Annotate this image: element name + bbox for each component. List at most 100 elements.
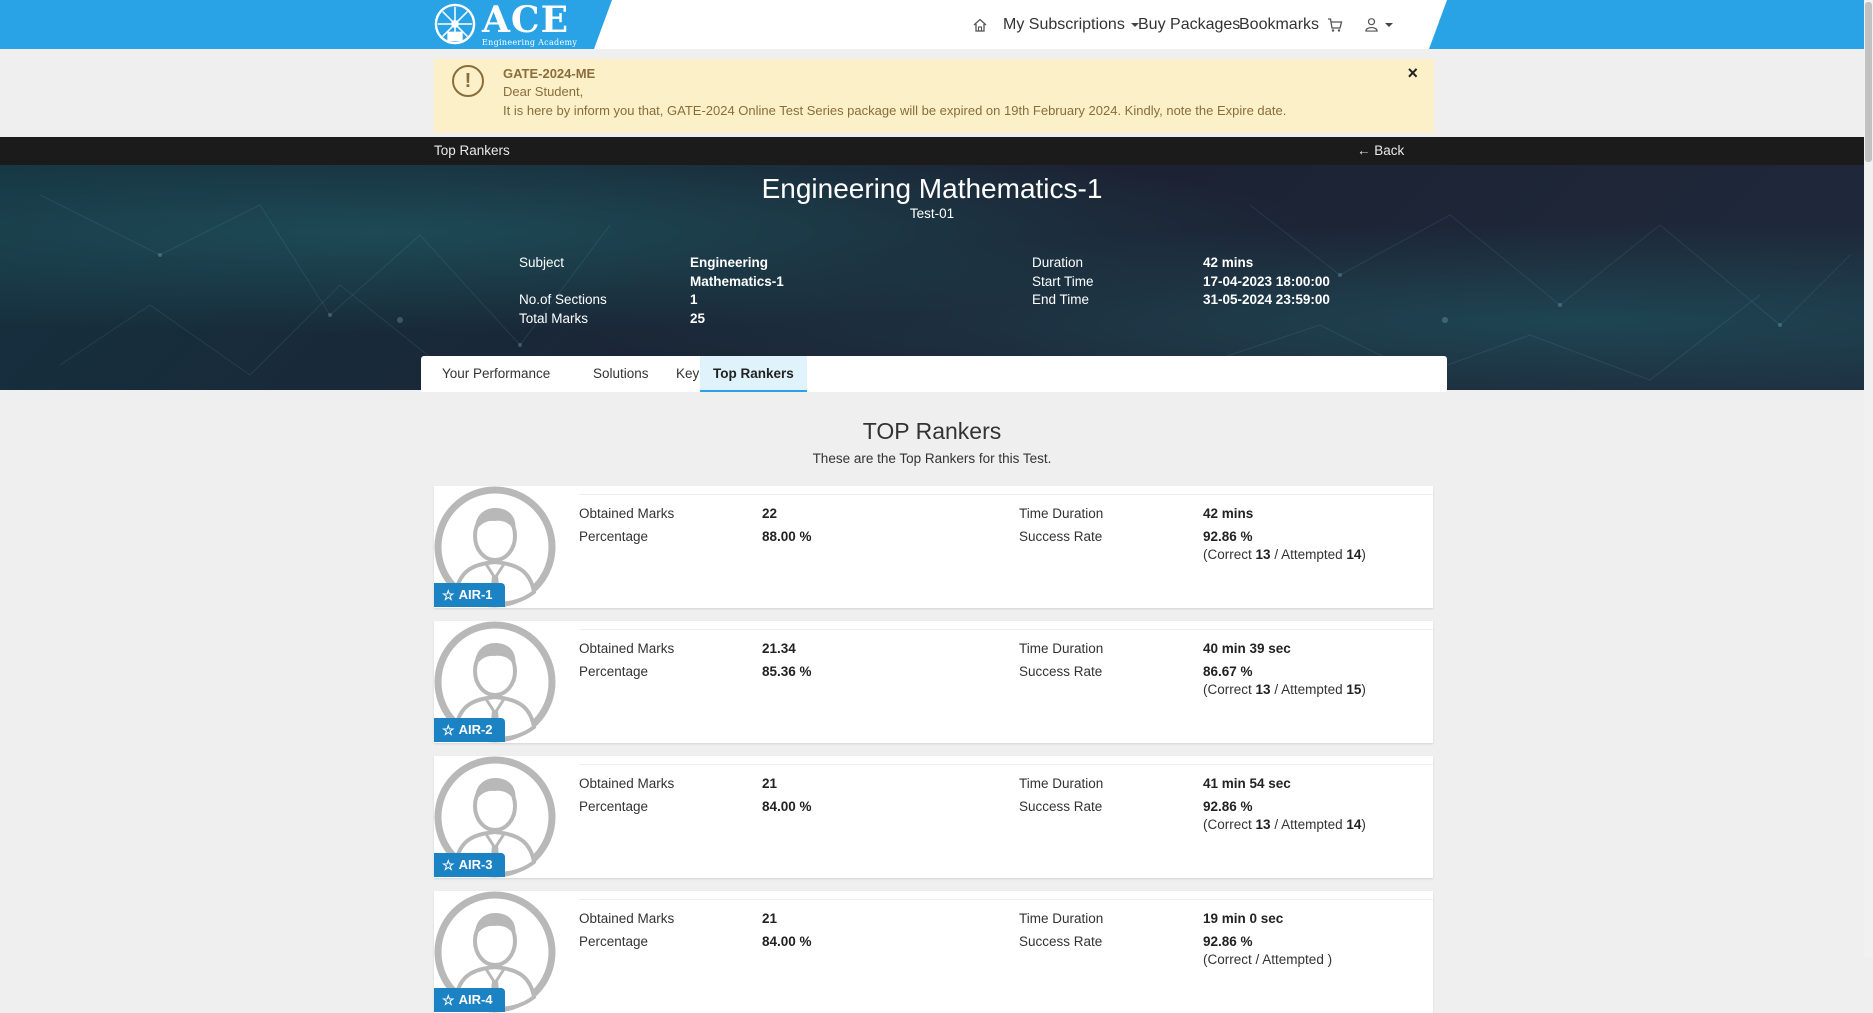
time-duration-label: Time Duration: [1019, 776, 1104, 791]
subject-label: Subject: [519, 255, 565, 270]
home-link[interactable]: [972, 0, 988, 49]
back-button[interactable]: ← Back: [1357, 143, 1404, 158]
page-scrollbar[interactable]: [1864, 0, 1873, 957]
time-duration-value: 41 min 54 sec: [1203, 776, 1291, 791]
duration-label: Duration: [1032, 255, 1084, 270]
star-icon: ☆: [442, 857, 455, 873]
top-rankers-heading: TOP Rankers: [862, 418, 1002, 444]
start-time-value: 17-04-2023 18:00:00: [1203, 274, 1330, 289]
time-duration-label: Time Duration: [1019, 506, 1104, 521]
obtained-marks-label: Obtained Marks: [579, 911, 675, 926]
expiry-alert: ! GATE-2024-ME Dear Student, It is here …: [434, 59, 1434, 133]
end-time-value: 31-05-2024 23:59:00: [1203, 292, 1330, 307]
end-time-label: End Time: [1032, 292, 1090, 307]
back-label: Back: [1374, 143, 1405, 158]
sections-label: No.of Sections: [519, 292, 607, 307]
my-subscriptions-menu[interactable]: My Subscriptions: [1003, 0, 1139, 49]
tab-your-performance[interactable]: Your Performance: [429, 356, 563, 392]
rank-badge: ☆ AIR-3: [434, 853, 505, 877]
rank-label: AIR-3: [458, 857, 493, 872]
percentage-value: 85.36 %: [762, 664, 812, 679]
time-duration-label: Time Duration: [1019, 641, 1104, 656]
rank-label: AIR-2: [458, 722, 493, 737]
exclamation-icon: !: [452, 65, 484, 97]
rank-badge: ☆ AIR-4: [434, 988, 505, 1012]
ace-logo[interactable]: ACE Engineering Academy: [434, 2, 577, 46]
rank-badge: ☆ AIR-1: [434, 583, 505, 607]
percentage-label: Percentage: [579, 934, 649, 949]
ranker-card: ☆ AIR-3 Obtained Marks 21 Percentage 84.00 % T…: [434, 756, 1433, 878]
tab-solutions[interactable]: Solutions: [580, 356, 662, 392]
percentage-value: 84.00 %: [762, 934, 812, 949]
test-code: Test-01: [909, 206, 955, 221]
time-duration-value: 42 mins: [1203, 506, 1254, 521]
test-name: Engineering Mathematics-1: [761, 173, 1103, 204]
percentage-label: Percentage: [579, 799, 649, 814]
correct-attempted: (Correct / Attempted ): [1203, 952, 1333, 967]
success-rate-value: 86.67 %: [1203, 664, 1253, 679]
user-icon: [1365, 18, 1378, 32]
chevron-down-icon: [1385, 22, 1393, 27]
alert-title: GATE-2024-ME: [503, 66, 596, 81]
arrow-left-icon: ←: [1357, 143, 1371, 158]
rank-label: AIR-1: [458, 587, 493, 602]
page-header-bar: Top Rankers ← Back: [0, 137, 1864, 165]
start-time-label: Start Time: [1032, 274, 1094, 289]
time-duration-value: 19 min 0 sec: [1203, 911, 1284, 926]
divider: [579, 629, 1433, 630]
star-icon: ☆: [442, 722, 455, 738]
home-icon: [973, 18, 987, 32]
correct-attempted: (Correct 13 / Attempted 15): [1203, 682, 1366, 697]
correct-attempted: (Correct 13 / Attempted 14): [1203, 817, 1366, 832]
user-menu[interactable]: [1364, 0, 1393, 49]
obtained-marks-label: Obtained Marks: [579, 776, 675, 791]
tab-top-rankers[interactable]: Top Rankers: [700, 356, 807, 392]
success-rate-label: Success Rate: [1019, 799, 1103, 814]
percentage-label: Percentage: [579, 664, 649, 679]
percentage-value: 88.00 %: [762, 529, 812, 544]
success-rate-label: Success Rate: [1019, 664, 1103, 679]
subject-value: Engineering Mathematics-1: [690, 255, 784, 289]
logo-text: ACE: [482, 0, 570, 41]
alert-message: It is here by inform you that, GATE-2024…: [503, 103, 1287, 118]
obtained-marks-value: 22: [762, 506, 778, 521]
obtained-marks-label: Obtained Marks: [579, 506, 675, 521]
buy-packages-link[interactable]: Buy Packages: [1138, 0, 1240, 49]
result-tabs: Your Performance Solutions Key Top Ranke…: [421, 356, 1447, 392]
success-rate-label: Success Rate: [1019, 529, 1103, 544]
obtained-marks-label: Obtained Marks: [579, 641, 675, 656]
total-marks-value: 25: [690, 311, 706, 326]
bookmarks-link[interactable]: Bookmarks: [1239, 0, 1319, 49]
success-rate-value: 92.86 %: [1203, 934, 1253, 949]
success-rate-value: 92.86 %: [1203, 529, 1253, 544]
scrollbar-thumb[interactable]: [1865, 2, 1872, 162]
divider: [579, 899, 1433, 900]
my-subscriptions-label: My Subscriptions: [1003, 15, 1125, 33]
rank-label: AIR-4: [458, 992, 493, 1007]
cart-link[interactable]: [1327, 0, 1343, 49]
close-icon[interactable]: ×: [1407, 63, 1418, 84]
time-duration-value: 40 min 39 sec: [1203, 641, 1291, 656]
top-rankers-subtitle: These are the Top Rankers for this Test.: [812, 451, 1052, 466]
star-icon: ☆: [442, 992, 455, 1008]
logo-wheel-icon: [434, 3, 476, 45]
time-duration-label: Time Duration: [1019, 911, 1104, 926]
total-marks-label: Total Marks: [519, 311, 589, 326]
ranker-card: ☆ AIR-2 Obtained Marks 21.34 Percentage 85.36…: [434, 621, 1433, 743]
ranker-card: ☆ AIR-4 Obtained Marks 21 Percentage 84.00 % T…: [434, 891, 1433, 1013]
obtained-marks-value: 21: [762, 911, 778, 926]
success-rate-value: 92.86 %: [1203, 799, 1253, 814]
divider: [579, 764, 1433, 765]
correct-attempted: (Correct 13 / Attempted 14): [1203, 547, 1366, 562]
obtained-marks-value: 21.34: [762, 641, 796, 656]
ranker-card: ☆ AIR-1 Obtained Marks 22 Percentage 88.00 % T…: [434, 486, 1433, 608]
success-rate-label: Success Rate: [1019, 934, 1103, 949]
buy-packages-label: Buy Packages: [1138, 15, 1241, 33]
bookmarks-label: Bookmarks: [1239, 15, 1320, 33]
obtained-marks-value: 21: [762, 776, 778, 791]
top-navbar: ACE Engineering Academy My Subscriptions…: [0, 0, 1864, 49]
alert-greeting: Dear Student,: [503, 84, 584, 99]
logo-subtext: Engineering Academy: [482, 37, 578, 47]
star-icon: ☆: [442, 587, 455, 603]
sections-value: 1: [690, 292, 698, 307]
